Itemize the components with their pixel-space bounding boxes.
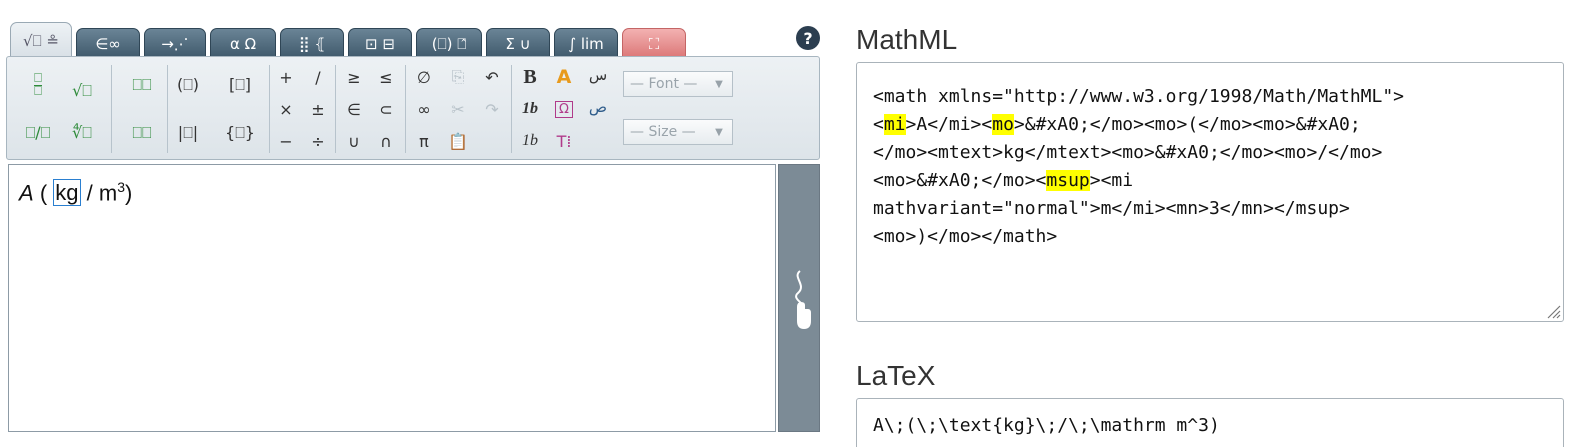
tab-symbols[interactable]: ∈∞ — [76, 28, 140, 58]
mathml-label: MathML — [856, 24, 958, 55]
sqrt-button[interactable]: √⎕ — [67, 77, 97, 105]
tab-sums[interactable]: Σ ∪ — [486, 28, 550, 58]
formula-selected-text[interactable]: kg — [53, 179, 81, 207]
formula-slash: / — [86, 180, 93, 206]
plus-minus-button[interactable]: ± — [303, 95, 333, 123]
fraction-button[interactable]: ⎕ ⎕ — [23, 71, 53, 99]
plus-button[interactable]: + — [271, 63, 301, 91]
tab-arrows[interactable]: →⋰ — [144, 28, 206, 58]
editor-tabs: √⎕ ≗ ∈∞ →⋰ α Ω ⣿ ⦃ ⊡ ⊟ (⎕) ⎕̂ Σ ∪ ∫ lim … — [10, 20, 820, 58]
intersection-button[interactable]: ∩ — [371, 127, 401, 155]
cut-icon[interactable]: ✂ — [443, 95, 473, 123]
formula-unit: m — [98, 180, 118, 206]
nth-root-button[interactable]: ∜⎕ — [67, 119, 97, 147]
help-button[interactable]: ? — [796, 26, 820, 50]
font-color-icon[interactable]: A — [549, 63, 579, 91]
brackets-button[interactable]: [⎕] — [225, 71, 255, 99]
chevron-down-icon: ▼ — [715, 126, 723, 138]
formula-exponent: 3 — [117, 179, 126, 195]
mathml-line: </mo><mtext>kg</mtext><mo>&#xA0;</mo><mo… — [873, 142, 1383, 163]
size-select[interactable]: — Size — ▼ — [623, 119, 733, 145]
subscript-button[interactable]: ⎕⎕ — [127, 119, 157, 147]
formula-close-paren: ) — [125, 180, 133, 206]
bold-button[interactable]: B — [515, 63, 545, 91]
handwriting-toggle[interactable] — [778, 164, 820, 432]
tab-handwriting[interactable]: ⛶ — [622, 28, 686, 58]
undo-icon[interactable]: ↶ — [477, 63, 507, 91]
hand-pointer-icon — [795, 270, 811, 329]
editor-toolbar: ⎕ ⎕ ⎕/⎕ √⎕ ∜⎕ ⎕⎕ ⎕⎕ (⎕) |⎕| [⎕] {⎕} + / ×… — [6, 56, 820, 160]
tab-greek[interactable]: α Ω — [210, 28, 276, 58]
italic-button[interactable]: 1b — [515, 95, 545, 123]
latex-label: LaTeX — [856, 360, 936, 391]
latex-value: A\;(\;\text{kg}\;/\;\mathrm m^3) — [873, 415, 1220, 436]
mathml-line: <math xmlns="http://www.w3.org/1998/Math… — [873, 86, 1405, 107]
formula: A ( kg / m3) — [19, 179, 133, 207]
font-select-value: — Font — — [630, 76, 698, 92]
geq-button[interactable]: ≥ — [339, 63, 369, 91]
division-button[interactable]: ÷ — [303, 127, 333, 155]
text-mode-icon[interactable]: T⁞ — [549, 127, 579, 155]
tab-scripts[interactable]: ⊡ ⊟ — [348, 28, 412, 58]
page: √⎕ ≗ ∈∞ →⋰ α Ω ⣿ ⦃ ⊡ ⊟ (⎕) ⎕̂ Σ ∪ ∫ lim … — [0, 0, 1594, 447]
formula-variable: A — [19, 180, 34, 206]
superscript-button[interactable]: ⎕⎕ — [127, 71, 157, 99]
mathml-output[interactable]: <math xmlns="http://www.w3.org/1998/Math… — [856, 62, 1564, 322]
special-char-icon[interactable]: Ω — [549, 95, 579, 123]
tab-matrices[interactable]: ⣿ ⦃ — [280, 28, 344, 58]
tab-fractions-roots[interactable]: √⎕ ≗ — [10, 22, 72, 58]
latex-output[interactable]: A\;(\;\text{kg}\;/\;\mathrm m^3) — [856, 398, 1564, 447]
pi-button[interactable]: π — [409, 127, 439, 155]
infinity-button[interactable]: ∞ — [409, 95, 439, 123]
mathml-line: <mo>&#xA0;</mo><msup><mi — [873, 170, 1134, 191]
parentheses-button[interactable]: (⎕) — [173, 71, 203, 99]
math-editor: √⎕ ≗ ∈∞ →⋰ α Ω ⣿ ⦃ ⊡ ⊟ (⎕) ⎕̂ Σ ∪ ∫ lim … — [6, 20, 820, 447]
copy-icon[interactable]: ⎘ — [443, 63, 473, 91]
formula-canvas[interactable]: A ( kg / m3) — [8, 164, 776, 432]
empty-set-button[interactable]: ∅ — [409, 63, 439, 91]
tab-calculus[interactable]: ∫ lim — [554, 28, 618, 58]
highlight-mi: mi — [883, 114, 906, 135]
highlight-mo: mo — [992, 114, 1014, 135]
braces-button[interactable]: {⎕} — [225, 119, 255, 147]
element-of-button[interactable]: ∈ — [339, 95, 369, 123]
arabic-icon[interactable]: ﺹ — [583, 93, 613, 121]
rtl-icon[interactable]: ﺱ — [583, 61, 613, 89]
mathml-line: <mo>)</mo></math> — [873, 226, 1058, 247]
mathml-line: mathvariant="normal">m</mi><mn>3</mn></m… — [873, 198, 1350, 219]
tab-accents[interactable]: (⎕) ⎕̂ — [416, 28, 482, 58]
highlight-msup: msup — [1046, 170, 1090, 191]
font-select[interactable]: — Font — ▼ — [623, 71, 733, 97]
paste-icon[interactable]: 📋 — [443, 127, 473, 155]
leq-button[interactable]: ≤ — [371, 63, 401, 91]
slash-fraction-button[interactable]: ⎕/⎕ — [23, 119, 53, 147]
redo-icon[interactable]: ↷ — [477, 95, 507, 123]
resize-handle-icon[interactable] — [1545, 303, 1561, 319]
chevron-down-icon: ▼ — [715, 78, 723, 90]
non-italic-button[interactable]: 1b — [515, 127, 545, 155]
union-button[interactable]: ∪ — [339, 127, 369, 155]
times-button[interactable]: × — [271, 95, 301, 123]
size-select-value: — Size — — [630, 124, 696, 140]
minus-button[interactable]: − — [271, 127, 301, 155]
subset-button[interactable]: ⊂ — [371, 95, 401, 123]
formula-open-paren: ( — [39, 180, 48, 206]
mathml-line: <mi>A</mi><mo>&#xA0;</mo><mo>(</mo><mo>&… — [873, 114, 1361, 135]
absolute-value-button[interactable]: |⎕| — [173, 119, 203, 147]
divide-slash-button[interactable]: / — [303, 63, 333, 91]
